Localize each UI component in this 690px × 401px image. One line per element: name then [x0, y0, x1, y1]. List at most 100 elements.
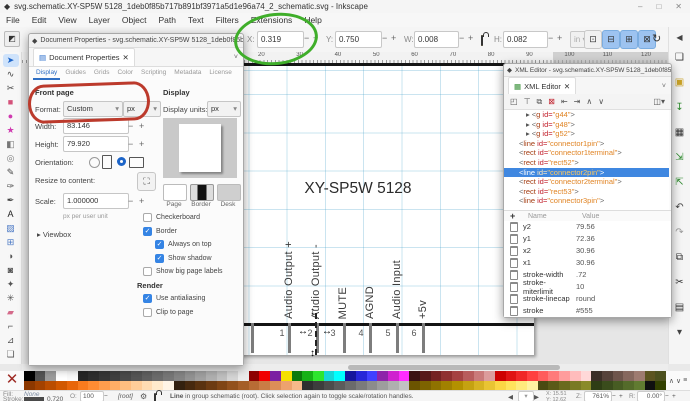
color-swatch[interactable]	[120, 371, 131, 381]
paste-icon[interactable]: ▤	[672, 301, 688, 315]
scale-plus-button[interactable]: +	[139, 196, 144, 206]
close-button[interactable]: ✕	[675, 2, 682, 11]
pin-terminal-bar[interactable]	[369, 323, 372, 353]
menu-view[interactable]: View	[52, 15, 82, 25]
selection-paste-style-icon[interactable]: ◩	[4, 31, 20, 47]
color-swatch[interactable]	[88, 371, 99, 381]
color-swatch[interactable]	[270, 381, 281, 391]
w-plus-button[interactable]: +	[468, 31, 473, 46]
h-minus-button[interactable]: −	[548, 31, 553, 46]
menu-object[interactable]: Object	[116, 15, 153, 25]
height-field[interactable]: 79.920	[63, 136, 129, 152]
xml-editor-titlebar[interactable]: ◆ XML Editor - svg.schematic.XY-SP5W 512…	[504, 64, 671, 77]
stroke-swatch[interactable]	[24, 397, 44, 401]
tweak-tool[interactable]: ✦	[3, 278, 19, 291]
open-file-icon[interactable]: ▣	[672, 76, 688, 90]
color-swatch[interactable]	[581, 371, 592, 381]
color-swatch[interactable]	[388, 371, 399, 381]
color-swatch[interactable]	[559, 381, 570, 391]
h-field[interactable]: 0.082	[503, 31, 548, 48]
attribute-value[interactable]: 30.96	[576, 246, 595, 255]
color-swatch[interactable]	[313, 381, 324, 391]
delete-attribute-icon[interactable]	[510, 270, 518, 280]
attribute-value[interactable]: 72.36	[576, 234, 595, 243]
import-icon[interactable]: ⇲	[672, 151, 688, 165]
color-swatch[interactable]	[227, 371, 238, 381]
color-swatch[interactable]	[88, 381, 99, 391]
color-swatch[interactable]	[441, 371, 452, 381]
checked-checkbox-icon[interactable]: ✓	[143, 227, 152, 236]
height-plus-button[interactable]: +	[139, 139, 144, 149]
delete-attribute-icon[interactable]	[510, 282, 518, 292]
expand-triangle-icon[interactable]: ▸	[526, 120, 530, 129]
xml-node-connector1pin[interactable]: <line id="connector1pin">	[504, 139, 669, 149]
color-swatch[interactable]	[259, 381, 270, 391]
gradient-tool[interactable]: ▨	[3, 222, 19, 235]
spiral-tool[interactable]: ◎	[3, 152, 19, 165]
add-attribute-button[interactable]: +	[510, 211, 515, 221]
color-swatch[interactable]	[324, 371, 335, 381]
checked-checkbox-icon[interactable]: ✓	[155, 240, 164, 249]
palette-menu-icon[interactable]: ≡	[683, 377, 687, 384]
shape-builder-tool[interactable]: ✂	[3, 82, 19, 95]
selection-prev-icon[interactable]: ◀	[508, 393, 513, 401]
checkbox-show-shadow[interactable]: ✓Show shadow	[155, 254, 212, 263]
format-unit-select[interactable]: px▾	[123, 101, 161, 117]
schematic-title[interactable]: XY-SP5W 5128	[300, 180, 416, 198]
display-units-select[interactable]: px▾	[207, 101, 241, 117]
color-swatch[interactable]	[367, 371, 378, 381]
duplicate-node-icon[interactable]: ⧉	[537, 97, 543, 107]
color-swatch[interactable]	[56, 371, 67, 381]
color-swatch[interactable]	[227, 381, 238, 391]
color-swatch[interactable]	[217, 381, 228, 391]
checked-checkbox-icon[interactable]: ✓	[155, 254, 164, 263]
color-swatch[interactable]	[67, 371, 78, 381]
menu-path[interactable]: Path	[152, 15, 182, 25]
color-swatch[interactable]	[270, 371, 281, 381]
color-swatch[interactable]	[131, 381, 142, 391]
color-swatch[interactable]	[24, 371, 35, 381]
color-swatch[interactable]	[185, 381, 196, 391]
checkbox-show-big-page-labels[interactable]: Show big page labels	[143, 267, 223, 276]
attribute-row[interactable]: stroke#555	[504, 305, 671, 316]
dialog-menu-chevron-icon[interactable]: ˅	[657, 83, 671, 90]
color-swatch[interactable]	[655, 381, 666, 391]
text-tool[interactable]: A	[3, 208, 19, 221]
print-icon[interactable]: ▦	[672, 126, 688, 140]
color-swatch[interactable]	[591, 371, 602, 381]
tab-license[interactable]: License	[206, 67, 234, 80]
color-swatch[interactable]	[78, 381, 89, 391]
menu-layer[interactable]: Layer	[83, 15, 116, 25]
color-swatch[interactable]	[281, 371, 292, 381]
color-swatch[interactable]	[484, 371, 495, 381]
schematic-top-edge[interactable]	[202, 63, 534, 66]
xml-node-g44[interactable]: ▸<g id="g44">	[504, 110, 669, 120]
color-swatch[interactable]	[377, 381, 388, 391]
color-swatch[interactable]	[217, 371, 228, 381]
y-plus-button[interactable]: +	[391, 31, 396, 46]
selection-drop-icon[interactable]: ▾	[518, 391, 534, 401]
color-swatch[interactable]	[131, 371, 142, 381]
color-swatch[interactable]	[35, 371, 46, 381]
lock-ratio-icon[interactable]	[481, 35, 483, 46]
color-swatch[interactable]	[602, 381, 613, 391]
xml-node-connector1terminal[interactable]: <rect id="connector1terminal">	[504, 148, 669, 158]
width-minus-button[interactable]: −	[128, 121, 133, 131]
menu-file[interactable]: File	[0, 15, 26, 25]
xml-node-rect52[interactable]: <rect id="rect52">	[504, 158, 669, 168]
dropper-tool[interactable]: ◑	[3, 250, 19, 263]
color-swatch[interactable]	[431, 371, 442, 381]
selection-next-icon[interactable]: ▶	[534, 393, 539, 401]
color-swatch[interactable]	[345, 371, 356, 381]
pin-label[interactable]: Audio Input	[391, 260, 403, 319]
color-swatch[interactable]	[441, 381, 452, 391]
y-field[interactable]: 0.750	[335, 31, 382, 48]
attribute-row[interactable]: x230.96	[504, 245, 671, 256]
color-swatch[interactable]	[548, 381, 559, 391]
x-plus-button[interactable]: +	[313, 31, 318, 46]
menu-filters[interactable]: Filters	[210, 15, 245, 25]
color-swatch[interactable]	[645, 371, 656, 381]
color-swatch[interactable]	[452, 371, 463, 381]
color-swatch[interactable]	[56, 381, 67, 391]
redo-icon[interactable]: ↷	[672, 226, 688, 240]
